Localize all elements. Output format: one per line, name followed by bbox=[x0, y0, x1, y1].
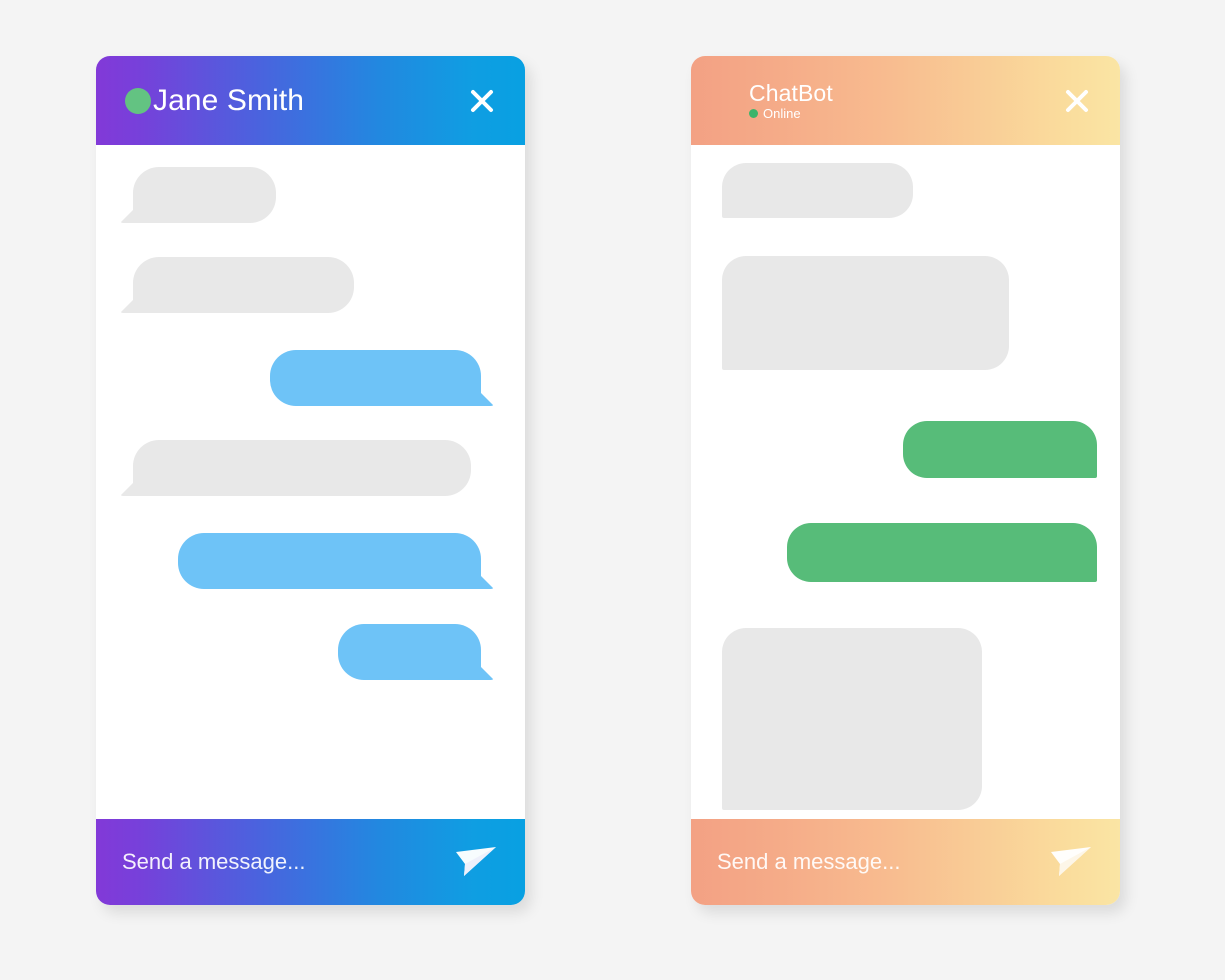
message-list-chatbot[interactable] bbox=[691, 145, 1120, 819]
message-bubble bbox=[787, 523, 1097, 582]
message-bubble bbox=[133, 440, 471, 496]
message-bubble bbox=[903, 421, 1097, 478]
app-canvas: Jane Smith Send a message... ChatBot Onl… bbox=[0, 0, 1225, 980]
status-badge: Online bbox=[749, 107, 833, 120]
chat-header-left: Jane Smith bbox=[125, 85, 465, 117]
chat-header-left: ChatBot Online bbox=[749, 80, 1060, 120]
send-icon bbox=[454, 845, 498, 879]
message-bubble bbox=[722, 256, 1009, 370]
close-button[interactable] bbox=[1060, 84, 1094, 118]
close-icon bbox=[469, 88, 495, 114]
message-bubble bbox=[133, 167, 276, 223]
chat-window-jane: Jane Smith bbox=[96, 56, 525, 905]
chat-window-chatbot: ChatBot Online bbox=[691, 56, 1120, 905]
message-list-jane[interactable] bbox=[96, 145, 525, 819]
message-bubble bbox=[133, 257, 354, 313]
message-bubble bbox=[722, 628, 982, 810]
send-icon bbox=[1049, 845, 1093, 879]
message-input[interactable] bbox=[122, 849, 443, 875]
message-bubble bbox=[178, 533, 481, 589]
chat-header-chatbot: ChatBot Online bbox=[691, 56, 1120, 145]
message-input-bar-chatbot bbox=[691, 819, 1120, 905]
chat-title: Jane Smith bbox=[153, 83, 305, 117]
send-button[interactable] bbox=[453, 842, 499, 882]
message-input[interactable] bbox=[717, 849, 1038, 875]
chat-header-text-stack: ChatBot Online bbox=[749, 80, 833, 120]
message-bubble bbox=[270, 350, 481, 406]
close-button[interactable] bbox=[465, 84, 499, 118]
message-bubble bbox=[338, 624, 481, 680]
status-dot-icon bbox=[749, 108, 758, 118]
message-input-bar-jane bbox=[96, 819, 525, 905]
status-label: Online bbox=[763, 105, 801, 121]
message-bubble bbox=[722, 163, 913, 218]
avatar bbox=[125, 87, 151, 114]
chat-header-jane: Jane Smith bbox=[96, 56, 525, 145]
chat-title: ChatBot bbox=[749, 80, 833, 107]
send-button[interactable] bbox=[1048, 842, 1094, 882]
close-icon bbox=[1064, 88, 1090, 114]
